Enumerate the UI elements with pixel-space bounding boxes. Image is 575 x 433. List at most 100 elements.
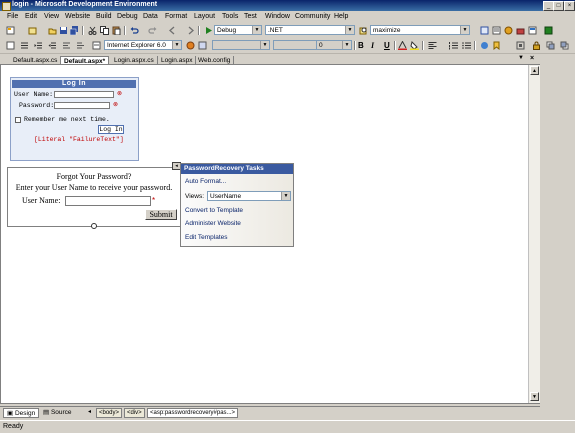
cut-icon[interactable] [88, 26, 97, 35]
menu-window[interactable]: Window [265, 13, 290, 20]
new-project-icon[interactable] [6, 26, 15, 35]
uncomment-icon[interactable] [76, 41, 85, 50]
breadcrumb-passwordrecovery[interactable]: <asp:passwordrecovery#pas...> [147, 408, 239, 418]
solution-explorer-icon[interactable] [480, 26, 489, 35]
username-label: User Name: [14, 91, 54, 98]
italic-button[interactable]: I [371, 41, 374, 50]
bulleted-list-icon[interactable] [462, 41, 471, 50]
close-button[interactable]: × [564, 1, 575, 11]
password-recovery-instruction: Enter your User Name to receive your pas… [15, 183, 173, 192]
menu-data[interactable]: Data [143, 13, 158, 20]
menu-community[interactable]: Community [295, 13, 330, 20]
remember-me-checkbox[interactable] [15, 117, 21, 123]
auto-format-link[interactable]: Auto Format... [185, 178, 226, 185]
block-format-icon[interactable] [20, 41, 29, 50]
underline-button[interactable]: U [384, 41, 390, 50]
edit-templates-link[interactable]: Edit Templates [185, 234, 228, 241]
configuration-dropdown[interactable]: Debug ▼ [214, 25, 262, 35]
save-all-icon[interactable] [70, 26, 79, 35]
password-recovery-control[interactable]: Forgot Your Password? Enter your User Na… [7, 167, 181, 227]
check-accessibility-icon[interactable] [186, 41, 195, 50]
vertical-scrollbar[interactable]: ▲ ▼ [528, 65, 540, 403]
breadcrumb-div[interactable]: <div> [124, 408, 145, 418]
login-password-input[interactable] [54, 102, 110, 109]
menu-file[interactable]: File [7, 13, 18, 20]
navigate-forward-icon[interactable] [186, 26, 195, 35]
source-view-tab[interactable]: ▤ Source [40, 408, 75, 418]
background-color-icon[interactable] [410, 41, 419, 50]
menu-debug[interactable]: Debug [117, 13, 138, 20]
menu-view[interactable]: View [44, 13, 59, 20]
login-username-input[interactable] [54, 91, 114, 98]
menu-build[interactable]: Build [96, 13, 112, 20]
properties-icon[interactable] [492, 26, 501, 35]
align-left-icon[interactable] [428, 41, 437, 50]
open-icon[interactable] [48, 26, 57, 35]
add-item-icon[interactable] [28, 26, 37, 35]
convert-to-template-link[interactable]: Convert to Template [185, 207, 243, 214]
views-dropdown[interactable]: UserName ▼ [207, 191, 291, 201]
font-size-dropdown[interactable]: 0 ▼ [316, 40, 352, 50]
bookmark-icon[interactable] [492, 41, 501, 50]
close-document-icon[interactable]: × [530, 55, 534, 62]
right-dock-area [540, 64, 575, 420]
login-control[interactable]: Log In User Name: ⊗ Password: ⊗ Remember… [10, 77, 139, 161]
platform-dropdown[interactable]: .NET ▼ [265, 25, 355, 35]
start-page-icon[interactable] [528, 26, 537, 35]
administer-website-link[interactable]: Administer Website [185, 220, 241, 227]
numbered-list-icon[interactable] [449, 41, 458, 50]
find-combo[interactable]: maximize ▼ [370, 25, 470, 35]
menu-test[interactable]: Test [244, 13, 257, 20]
breadcrumb-body[interactable]: <body> [96, 408, 123, 418]
configuration-value: Debug [217, 27, 237, 34]
maximize-button[interactable]: □ [553, 1, 564, 11]
resize-handle[interactable] [91, 223, 97, 229]
scroll-up-icon[interactable]: ▲ [530, 66, 539, 75]
menu-edit[interactable]: Edit [25, 13, 37, 20]
scroll-down-icon[interactable]: ▼ [530, 392, 539, 401]
tab-list-icon[interactable]: ▼ [518, 55, 524, 61]
toolbar-separator [394, 41, 396, 50]
comment-icon[interactable] [62, 41, 71, 50]
menu-help[interactable]: Help [334, 13, 348, 20]
chevron-down-icon: ▼ [460, 26, 469, 34]
save-icon[interactable] [59, 26, 68, 35]
menu-website[interactable]: Website [65, 13, 90, 20]
start-debugging-icon[interactable] [204, 26, 213, 35]
app-icon [2, 2, 11, 11]
redo-icon[interactable] [148, 26, 157, 35]
menu-layout[interactable]: Layout [194, 13, 215, 20]
style-icon[interactable] [198, 41, 207, 50]
command-window-icon[interactable] [544, 26, 553, 35]
breadcrumb-left-arrow[interactable]: ◂ [88, 408, 91, 415]
block-style-dropdown[interactable]: ▼ [212, 40, 270, 50]
undo-icon[interactable] [130, 26, 139, 35]
recovery-username-input[interactable] [65, 196, 151, 206]
navigate-back-icon[interactable] [168, 26, 177, 35]
menu-tools[interactable]: Tools [222, 13, 238, 20]
chevron-down-icon: ▼ [345, 26, 354, 34]
foreground-color-icon[interactable] [398, 41, 407, 50]
bold-button[interactable]: B [358, 41, 364, 50]
position-icon[interactable] [516, 41, 525, 50]
target-browser-dropdown[interactable]: Internet Explorer 6.0 ▼ [104, 40, 182, 50]
layout-icon[interactable] [6, 41, 15, 50]
submit-button[interactable]: Submit [145, 209, 177, 220]
login-button[interactable]: Log In [98, 125, 124, 134]
menu-format[interactable]: Format [165, 13, 187, 20]
lock-icon[interactable] [532, 41, 541, 50]
hyperlink-icon[interactable] [480, 41, 489, 50]
send-backward-icon[interactable] [560, 41, 569, 50]
copy-icon[interactable] [100, 26, 109, 35]
paste-icon[interactable] [112, 26, 121, 35]
outdent-icon[interactable] [48, 41, 57, 50]
toolbox-icon[interactable] [516, 26, 525, 35]
toolbar-separator [198, 26, 200, 35]
window-title: login - Microsoft Development Environmen… [12, 1, 158, 8]
object-browser-icon[interactable] [504, 26, 513, 35]
format-document-icon[interactable] [92, 41, 101, 50]
design-view-tab[interactable]: ▣ Design [3, 408, 40, 418]
find-in-files-icon[interactable] [359, 26, 368, 35]
indent-icon[interactable] [34, 41, 43, 50]
bring-forward-icon[interactable] [546, 41, 555, 50]
